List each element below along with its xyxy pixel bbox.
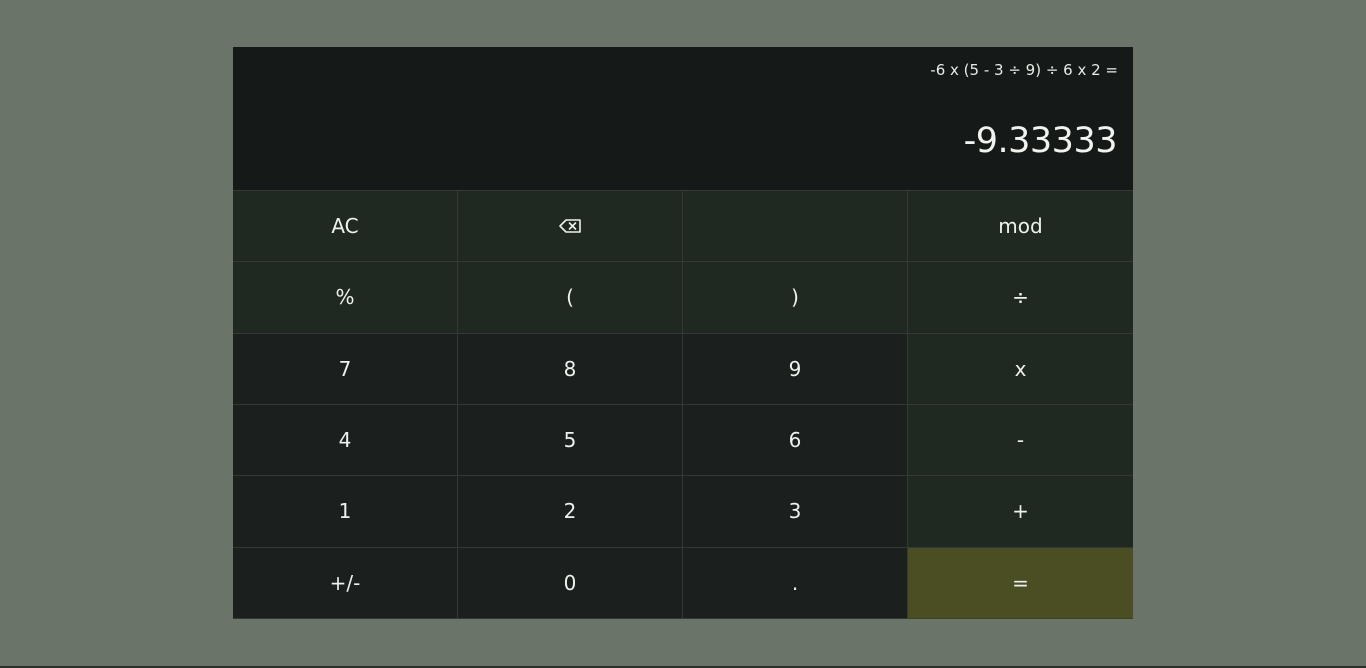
mod-button[interactable]: mod — [908, 191, 1133, 263]
backspace-icon — [558, 219, 582, 233]
digit-1-button[interactable]: 1 — [233, 476, 458, 548]
result-text: -9.33333 — [963, 121, 1118, 161]
digit-5-button[interactable]: 5 — [458, 405, 683, 477]
digit-8-button[interactable]: 8 — [458, 333, 683, 405]
digit-7-button[interactable]: 7 — [233, 333, 458, 405]
subtract-button[interactable]: - — [908, 405, 1133, 477]
decimal-button[interactable]: . — [683, 547, 908, 619]
divide-button[interactable]: ÷ — [908, 262, 1133, 334]
digit-4-button[interactable]: 4 — [233, 405, 458, 477]
open-paren-button[interactable]: ( — [458, 262, 683, 334]
display-panel: -6 x (5 - 3 ÷ 9) ÷ 6 x 2 = -9.33333 — [233, 47, 1133, 190]
close-paren-button[interactable]: ) — [683, 262, 908, 334]
negate-button[interactable]: +/- — [233, 547, 458, 619]
digit-3-button[interactable]: 3 — [683, 476, 908, 548]
equals-button[interactable]: = — [908, 547, 1133, 619]
digit-0-button[interactable]: 0 — [458, 547, 683, 619]
blank-button[interactable] — [683, 191, 908, 263]
digit-9-button[interactable]: 9 — [683, 333, 908, 405]
backspace-button[interactable] — [458, 191, 683, 263]
percent-button[interactable]: % — [233, 262, 458, 334]
add-button[interactable]: + — [908, 476, 1133, 548]
expression-text: -6 x (5 - 3 ÷ 9) ÷ 6 x 2 = — [930, 61, 1118, 79]
keypad: AC mod % ( ) ÷ 7 8 9 x 4 5 6 - 1 2 3 + +… — [233, 190, 1133, 619]
multiply-button[interactable]: x — [908, 333, 1133, 405]
calculator: -6 x (5 - 3 ÷ 9) ÷ 6 x 2 = -9.33333 AC m… — [233, 47, 1133, 619]
clear-button[interactable]: AC — [233, 191, 458, 263]
digit-6-button[interactable]: 6 — [683, 405, 908, 477]
digit-2-button[interactable]: 2 — [458, 476, 683, 548]
